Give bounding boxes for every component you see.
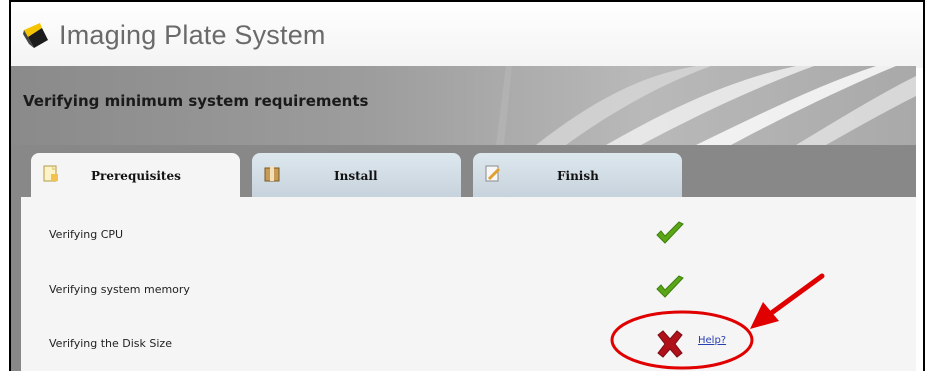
check-label-cpu: Verifying CPU [49,228,124,241]
header-banner: Verifying minimum system requirements [11,66,916,145]
app-logo-icon [23,23,48,48]
app-title: Imaging Plate System [59,20,326,50]
checkmark-icon [656,275,684,298]
tab-label: Finish [557,169,599,183]
cross-icon [657,330,683,358]
tab-label: Install [334,169,378,183]
check-label-disk-size: Verifying the Disk Size [49,337,172,350]
document-edit-icon [485,165,501,182]
checkmark-icon [656,221,684,244]
banner-decoration [496,66,916,145]
tab-prerequisites[interactable]: Prerequisites [31,153,240,202]
banner-title: Verifying minimum system requirements [23,92,369,110]
help-link[interactable]: Help? [698,335,726,346]
tab-install[interactable]: Install [252,153,461,197]
box-icon [264,166,280,182]
tab-label: Prerequisites [91,169,181,183]
check-label-memory: Verifying system memory [49,283,190,296]
title-bar: Imaging Plate System [11,2,923,68]
document-icon [43,165,58,182]
tab-finish[interactable]: Finish [473,153,682,197]
